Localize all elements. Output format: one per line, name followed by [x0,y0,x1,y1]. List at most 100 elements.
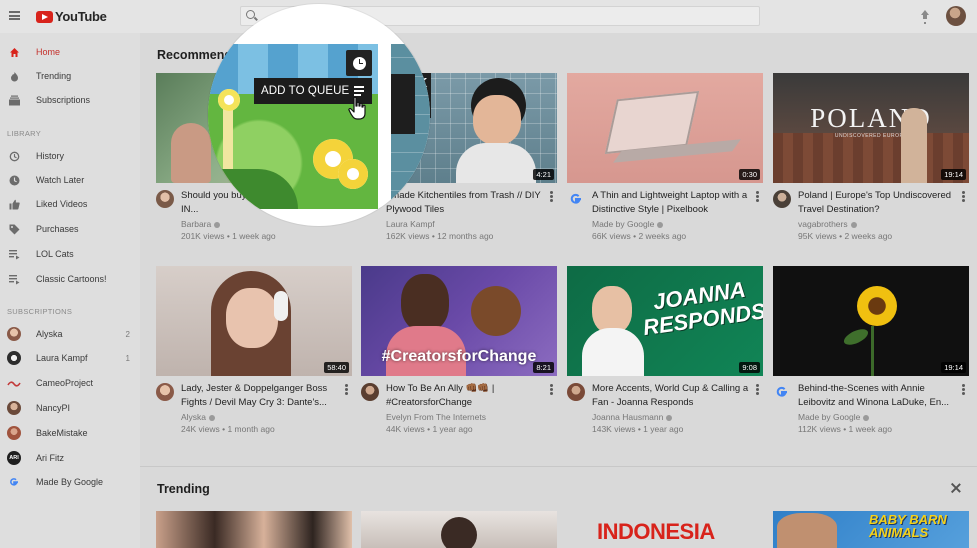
sidebar-sub-nancypi[interactable]: NancyPI [0,397,140,419]
search-icon[interactable] [246,10,255,19]
more-options-icon[interactable] [756,191,759,202]
sidebar-item-home[interactable]: Home [0,41,140,63]
more-options-icon[interactable] [550,191,553,202]
verified-icon [209,414,216,421]
video-thumbnail[interactable]: 58:40 [156,266,352,376]
watch-later-icon[interactable] [346,50,372,76]
video-title[interactable]: More Accents, World Cup & Calling a Fan … [592,382,750,410]
magnifier-overlay: ADD TO QUEUE d [208,4,430,226]
video-title[interactable]: Behind-the-Scenes with Annie Leibovitz a… [798,382,956,410]
more-options-icon[interactable] [962,384,965,395]
video-thumbnail[interactable]: JOANNA RESPONDS! 9:08 [567,266,763,376]
video-duration: 9:08 [739,362,760,373]
more-options-icon[interactable] [756,384,759,395]
sidebar-item-trending[interactable]: Trending [0,65,140,87]
new-count-badge: 2 [125,329,130,339]
video-channel-and-stats: Joanna Hausmann 143K views • 1 year ago [592,411,757,435]
google-g-icon [7,475,21,489]
avatar [7,327,21,341]
sidebar-sub-bakemistake[interactable]: BakeMistake [0,422,140,444]
sidebar-item-watch-later[interactable]: Watch Later [0,169,140,191]
channel-name[interactable]: vagabrothers [798,219,848,229]
verified-icon [863,414,870,421]
sidebar-item-label: LOL Cats [36,249,74,259]
more-options-icon[interactable] [962,191,965,202]
video-duration: 19:14 [941,362,966,373]
sidebar-item-label: History [36,151,65,161]
avatar [7,351,21,365]
subscriptions-heading: SUBSCRIPTIONS [7,307,73,316]
sidebar-item-liked-videos[interactable]: Liked Videos [0,193,140,215]
verified-icon [657,221,664,228]
section-divider [140,466,977,467]
sidebar-item-lol-cats[interactable]: LOL Cats [0,243,140,265]
channel-avatar[interactable] [361,383,379,401]
sidebar-item-history[interactable]: History [0,145,140,167]
video-title[interactable]: Lady, Jester & Doppelganger Boss Fights … [181,382,339,410]
video-title[interactable]: How To Be An Ally 👊🏾👊🏾 | #CreatorsforCha… [386,382,544,410]
video-channel-and-stats: Laura Kampf 162K views • 12 months ago [386,218,551,242]
channel-avatar[interactable] [567,383,585,401]
sidebar-item-label: BakeMistake [36,428,88,438]
more-options-icon[interactable] [345,384,348,395]
google-g-icon[interactable] [773,383,791,401]
home-icon [9,47,20,58]
youtube-play-icon [36,10,53,23]
upload-icon[interactable] [920,10,930,22]
video-thumbnail[interactable]: 0:30 [567,73,763,183]
sidebar-item-subscriptions[interactable]: Subscriptions [0,89,140,111]
video-thumbnail[interactable]: POLAND UNDISCOVERED EUROPE 19:14 [773,73,969,183]
channel-name[interactable]: Evelyn From The Internets [386,411,551,423]
new-count-badge: 1 [125,353,130,363]
trending-thumbnail[interactable]: INDONESIA [567,511,763,548]
video-stats: 95K views • 2 weeks ago [798,231,893,241]
queue-icon [354,86,366,96]
avatar [7,426,21,440]
sidebar-item-label: Laura Kampf [36,353,88,363]
channel-name[interactable]: Made by Google [592,219,654,229]
ari-fitz-logo-icon: ARI [7,451,21,465]
channel-name[interactable]: Alyska [181,412,206,422]
video-title[interactable]: A Thin and Lightweight Laptop with a Dis… [592,189,750,217]
history-icon [9,151,20,162]
menu-icon[interactable] [9,11,20,20]
sidebar-sub-alyska[interactable]: Alyska 2 [0,323,140,345]
logo-text: YouTube [55,9,107,24]
channel-avatar[interactable] [156,383,174,401]
youtube-logo[interactable]: YouTube [36,9,107,24]
video-title[interactable]: Poland | Europe's Top Undiscovered Trave… [798,189,956,217]
thumb-overlay-text: INDONESIA [597,519,715,544]
channel-name[interactable]: Joanna Hausmann [592,412,663,422]
video-thumbnail[interactable]: 19:14 [773,266,969,376]
video-channel-and-stats: Alyska 24K views • 1 month ago [181,411,346,435]
channel-name[interactable]: Made by Google [798,412,860,422]
sidebar-sub-ari-fitz[interactable]: ARI Ari Fitz [0,447,140,469]
channel-avatar[interactable] [773,190,791,208]
sidebar-sub-made-by-google[interactable]: Made By Google [0,471,140,493]
video-stats: 24K views • 1 month ago [181,424,275,434]
close-icon[interactable] [950,482,962,494]
video-channel-and-stats: Evelyn From The Internets 44K views • 1 … [386,411,551,435]
channel-name[interactable]: Laura Kampf [386,218,551,230]
video-stats: 66K views • 2 weeks ago [592,231,687,241]
sidebar-item-classic-cartoons[interactable]: Classic Cartoons! [0,268,140,290]
sidebar-item-label: Watch Later [36,175,85,185]
playlist-icon [9,249,20,260]
sidebar-item-label: Subscriptions [36,95,91,105]
sidebar-sub-laura-kampf[interactable]: Laura Kampf 1 [0,347,140,369]
sidebar-item-label: Home [36,47,61,57]
sidebar-item-purchases[interactable]: Purchases [0,218,140,240]
trending-thumbnail[interactable] [156,511,352,548]
more-options-icon[interactable] [550,384,553,395]
trending-thumbnail[interactable] [361,511,557,548]
avatar [7,401,21,415]
channel-name[interactable]: Barbara [181,219,211,229]
video-thumbnail[interactable]: #CreatorsforChange 8:21 [361,266,557,376]
channel-avatar[interactable] [156,190,174,208]
account-avatar[interactable] [946,6,966,26]
google-g-icon[interactable] [567,190,585,208]
sidebar-item-label: Classic Cartoons! [36,274,107,284]
trending-thumbnail[interactable]: BABY BARN ANIMALS [773,511,969,548]
video-duration: 4:21 [533,169,554,180]
sidebar-sub-cameoproject[interactable]: CameoProject [0,372,140,394]
